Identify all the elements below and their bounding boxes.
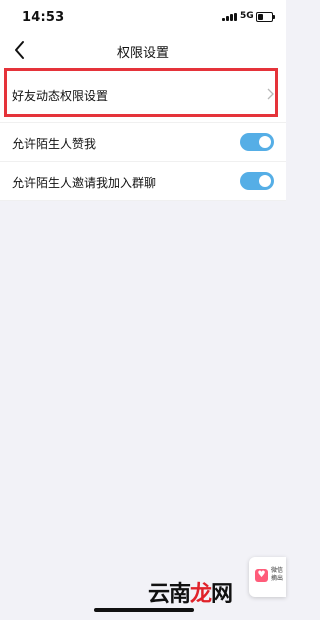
watermark-part2: 龙: [190, 581, 212, 607]
row-label: 好友动态权限设置: [12, 89, 109, 103]
network-label: 5G: [240, 11, 254, 21]
home-indicator[interactable]: [94, 608, 194, 612]
row-label: 允许陌生人赞我: [12, 137, 97, 151]
allow-stranger-likes-row: 允许陌生人赞我: [0, 123, 286, 162]
page-title: 权限设置: [116, 46, 169, 61]
stranger-group-invite-toggle[interactable]: [240, 172, 274, 190]
widget-line-1: 微信: [271, 567, 284, 574]
settings-list: 好友动态权限设置 允许陌生人赞我 允许陌生人邀请我加入群聊: [0, 66, 286, 201]
friend-feed-permission-row[interactable]: 好友动态权限设置: [0, 66, 286, 123]
watermark: 云南龙网: [148, 576, 233, 608]
allow-stranger-group-invite-row: 允许陌生人邀请我加入群聊: [0, 162, 286, 201]
status-bar: 14:53 5G: [0, 0, 286, 34]
widget-line-2: 摘出: [271, 575, 284, 582]
app-icon: ♥: [255, 569, 268, 582]
nav-bar: 权限设置: [0, 34, 286, 66]
status-time: 14:53: [22, 10, 65, 25]
signal-icon: [222, 13, 238, 21]
chevron-right-icon: [267, 88, 274, 100]
watermark-part1: 云南: [148, 581, 191, 607]
stranger-likes-toggle[interactable]: [240, 133, 274, 151]
watermark-part3: 网: [211, 581, 233, 607]
row-label: 允许陌生人邀请我加入群聊: [12, 176, 157, 190]
floating-widget[interactable]: ♥ 微信 摘出: [249, 557, 286, 597]
battery-icon: [256, 12, 275, 22]
